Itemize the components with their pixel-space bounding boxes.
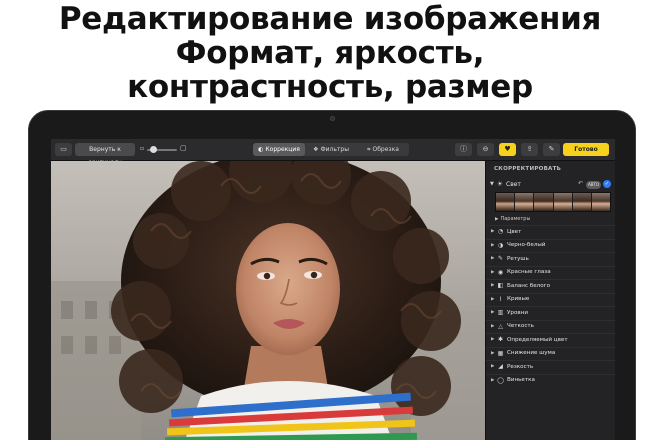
revert-button[interactable]: Вернуть к оригиналу	[75, 143, 135, 166]
definition-icon: △	[498, 322, 503, 330]
adjust-item-label: Четкость	[507, 323, 534, 329]
adjustments-list: ▶ ◔ Цвет ▶ ◑ Черно-белый ▶ ✎ Ретушь ▶ ◉	[486, 225, 615, 387]
adjust-item-label: Кривые	[507, 296, 530, 302]
adjust-red-eye[interactable]: ▶ ◉ Красные глаза	[486, 265, 615, 280]
adjust-selective-color[interactable]: ▶ ✱ Определяемый цвет	[486, 333, 615, 347]
adjust-color[interactable]: ▶ ◔ Цвет	[486, 225, 615, 239]
more-icon[interactable]: ⊖	[477, 143, 494, 156]
chevron-right-icon: ▶	[491, 377, 495, 383]
tab-filters-label: Фильтры	[320, 146, 349, 153]
editor-toolbar: ▭ Вернуть к оригиналу ▫ ▢ ◐Коррекция ❖Фи…	[51, 139, 615, 166]
noise-reduction-icon: ▦	[497, 349, 504, 357]
light-thumb[interactable]	[534, 193, 554, 211]
zoom-out-icon: ▫	[140, 145, 145, 152]
chevron-right-icon: ▶	[491, 229, 495, 234]
light-thumb[interactable]	[496, 193, 516, 211]
adjust-black-white[interactable]: ▶ ◑ Черно-белый	[486, 238, 615, 253]
photo-canvas[interactable]	[51, 161, 485, 440]
adjust-curves[interactable]: ▶ ⌇ Кривые	[486, 292, 615, 307]
crop-icon: ⌗	[367, 146, 371, 153]
chevron-down-icon[interactable]: ▼	[490, 181, 494, 187]
headline-line-3: контрастность, размер	[127, 69, 533, 105]
portrait-photo	[51, 161, 485, 440]
adjust-definition[interactable]: ▶ △ Четкость	[486, 319, 615, 334]
adjust-item-label: Резкость	[507, 363, 534, 370]
magic-wand-icon[interactable]: ✎	[543, 143, 560, 156]
laptop-frame: ▭ Вернуть к оригиналу ▫ ▢ ◐Коррекция ❖Фи…	[28, 110, 636, 440]
info-icon[interactable]: ⓘ	[455, 143, 472, 156]
tab-adjust[interactable]: ◐ Коррекция	[253, 143, 305, 156]
options-disclosure[interactable]: ▶ Параметры	[495, 216, 530, 222]
done-button[interactable]: Готово	[563, 143, 609, 156]
chevron-right-icon: ▶	[491, 310, 495, 315]
camera-dot	[330, 116, 335, 121]
chevron-right-icon: ▶	[491, 283, 495, 288]
chevron-right-icon: ▶	[491, 242, 495, 248]
auto-button[interactable]: АВТО	[586, 181, 601, 189]
adjust-sidebar: СКОРРЕКТИРОВАТЬ ▼ ☀ Свет ↶ АВТО ✓ ▶ Парам…	[485, 161, 615, 440]
light-thumb[interactable]	[572, 193, 592, 211]
adjust-item-label: Определяемый цвет	[507, 336, 568, 343]
adjust-item-label: Ретушь	[507, 255, 529, 262]
adjust-item-label: Снижение шума	[507, 350, 556, 356]
red-eye-icon: ◉	[497, 268, 504, 276]
adjust-white-balance[interactable]: ▶ ◧ Баланс белого	[486, 279, 615, 293]
filters-icon: ❖	[313, 146, 319, 153]
heart-icon[interactable]: ♥	[499, 143, 516, 156]
chevron-right-icon: ▶	[491, 364, 495, 369]
zoom-in-icon: ▢	[180, 144, 187, 152]
checkmark-icon[interactable]: ✓	[603, 180, 611, 188]
light-thumb[interactable]	[553, 193, 573, 211]
adjust-item-label: Уровни	[507, 309, 528, 316]
bw-icon: ◑	[497, 241, 504, 249]
zoom-slider-knob[interactable]	[150, 146, 157, 153]
chevron-right-icon: ▶	[491, 337, 495, 342]
vignette-icon: ◯	[497, 376, 504, 384]
adjust-noise-reduction[interactable]: ▶ ▦ Снижение шума	[486, 346, 615, 361]
headline-line-1: Редактирование изображения	[58, 1, 602, 37]
chevron-right-icon: ▶	[491, 350, 495, 356]
adjust-light-row[interactable]: ▼ ☀ Свет ↶ АВТО ✓	[490, 180, 612, 190]
color-icon: ◔	[497, 228, 504, 235]
undo-icon[interactable]: ↶	[578, 180, 583, 187]
curves-icon: ⌇	[499, 295, 502, 303]
options-label: Параметры	[500, 216, 531, 222]
adjust-item-label: Виньетка	[507, 377, 535, 383]
white-balance-icon: ◧	[497, 282, 504, 289]
adjust-levels[interactable]: ▶ ▥ Уровни	[486, 306, 615, 320]
chevron-right-icon: ▶	[491, 256, 495, 261]
light-thumb[interactable]	[515, 193, 535, 211]
levels-icon: ▥	[497, 309, 504, 316]
selective-color-icon: ✱	[497, 336, 504, 343]
light-thumb[interactable]	[591, 193, 611, 211]
adjust-retouch[interactable]: ▶ ✎ Ретушь	[486, 252, 615, 266]
chevron-right-icon: ▶	[491, 323, 495, 329]
adjust-item-label: Черно-белый	[507, 242, 546, 248]
tab-adjust-label: Коррекция	[265, 146, 300, 153]
promo-headline: Редактирование изображения Формат, яркос…	[0, 0, 660, 110]
chevron-right-icon: ▶	[491, 296, 495, 302]
light-label: Свет	[506, 181, 521, 188]
tab-crop[interactable]: ⌗ Обрезка	[357, 143, 409, 156]
tab-filters[interactable]: ❖ Фильтры	[305, 143, 357, 156]
tab-crop-label: Обрезка	[372, 146, 399, 153]
adjust-vignette[interactable]: ▶ ◯ Виньетка	[486, 373, 615, 388]
sidebar-toggle-icon[interactable]: ▭	[55, 143, 72, 156]
retouch-icon: ✎	[497, 255, 504, 262]
adjust-sharpen[interactable]: ▶ ◢ Резкость	[486, 360, 615, 374]
edit-mode-tabs: ◐ Коррекция ❖ Фильтры ⌗ Обрезка	[253, 143, 409, 156]
headline-line-2: Формат, яркость,	[175, 35, 485, 71]
sharpen-icon: ◢	[498, 363, 503, 370]
sun-icon: ☀	[497, 180, 503, 188]
sidebar-title: СКОРРЕКТИРОВАТЬ	[494, 166, 562, 172]
adjust-icon: ◐	[258, 146, 264, 153]
adjust-item-label: Красные глаза	[507, 269, 551, 275]
adjust-item-label: Цвет	[507, 228, 522, 235]
share-icon[interactable]: ⇪	[521, 143, 538, 156]
light-thumbnail-strip[interactable]	[495, 192, 611, 212]
adjust-item-label: Баланс белого	[507, 282, 551, 289]
chevron-right-icon: ▶	[495, 217, 499, 222]
photos-app-window: ▭ Вернуть к оригиналу ▫ ▢ ◐Коррекция ❖Фи…	[51, 139, 615, 440]
chevron-right-icon: ▶	[491, 269, 495, 275]
